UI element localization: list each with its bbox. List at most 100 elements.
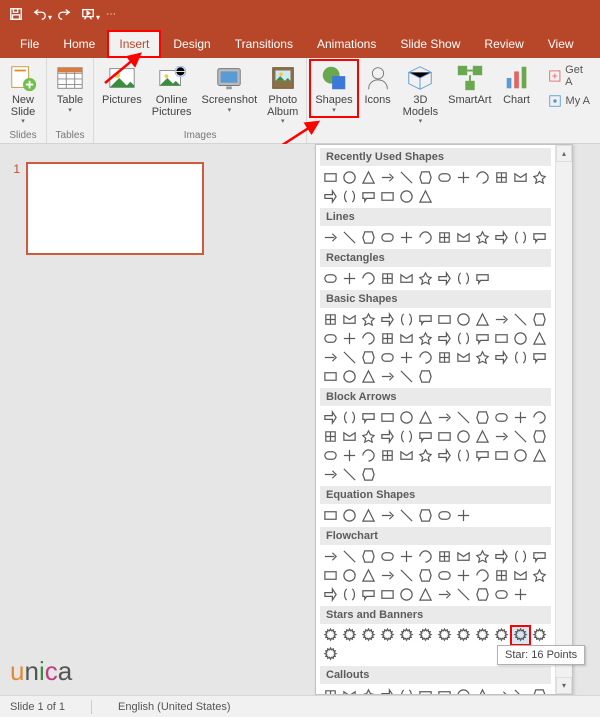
- shape-item[interactable]: [454, 348, 473, 367]
- shape-item[interactable]: [435, 427, 454, 446]
- shape-item[interactable]: [397, 310, 416, 329]
- shape-item[interactable]: [492, 427, 511, 446]
- shape-item[interactable]: [530, 427, 549, 446]
- tab-review[interactable]: Review: [472, 30, 535, 58]
- shape-item[interactable]: [397, 367, 416, 386]
- my-addins-link[interactable]: My A: [548, 94, 592, 108]
- shape-item[interactable]: [321, 310, 340, 329]
- status-language[interactable]: English (United States): [118, 701, 231, 713]
- shape-item[interactable]: [378, 228, 397, 247]
- shape-item[interactable]: [340, 367, 359, 386]
- shape-item[interactable]: [321, 187, 340, 206]
- shape-item[interactable]: [321, 408, 340, 427]
- shape-item[interactable]: [397, 446, 416, 465]
- shape-item[interactable]: [454, 310, 473, 329]
- shape-item[interactable]: [340, 269, 359, 288]
- shape-item[interactable]: [416, 329, 435, 348]
- shape-item[interactable]: [340, 348, 359, 367]
- table-button[interactable]: Table▾: [50, 60, 90, 117]
- thumbnail-1[interactable]: 1: [6, 162, 204, 255]
- smartart-button[interactable]: SmartArt: [443, 60, 496, 110]
- shape-item[interactable]: [530, 348, 549, 367]
- shape-star-16-points[interactable]: [511, 626, 530, 645]
- shape-item[interactable]: [416, 686, 435, 694]
- shape-item[interactable]: [378, 367, 397, 386]
- shape-item[interactable]: [435, 626, 454, 645]
- shape-item[interactable]: [378, 585, 397, 604]
- shape-item[interactable]: [473, 446, 492, 465]
- shape-item[interactable]: [340, 228, 359, 247]
- shape-item[interactable]: [530, 329, 549, 348]
- shape-item[interactable]: [416, 310, 435, 329]
- shape-item[interactable]: [340, 310, 359, 329]
- shape-item[interactable]: [416, 168, 435, 187]
- shape-item[interactable]: [511, 408, 530, 427]
- shape-item[interactable]: [378, 446, 397, 465]
- shape-item[interactable]: [397, 408, 416, 427]
- shape-item[interactable]: [321, 465, 340, 484]
- shape-item[interactable]: [530, 686, 549, 694]
- shape-item[interactable]: [340, 408, 359, 427]
- shape-item[interactable]: [416, 585, 435, 604]
- shape-item[interactable]: [321, 269, 340, 288]
- shape-item[interactable]: [492, 566, 511, 585]
- shape-item[interactable]: [511, 566, 530, 585]
- shape-item[interactable]: [511, 585, 530, 604]
- shape-item[interactable]: [321, 427, 340, 446]
- shape-item[interactable]: [511, 547, 530, 566]
- shape-item[interactable]: [378, 168, 397, 187]
- shape-item[interactable]: [492, 348, 511, 367]
- shape-item[interactable]: [397, 585, 416, 604]
- shape-item[interactable]: [530, 168, 549, 187]
- shape-item[interactable]: [473, 585, 492, 604]
- shape-item[interactable]: [397, 547, 416, 566]
- undo-dropdown[interactable]: ▾: [48, 13, 52, 22]
- shape-item[interactable]: [397, 168, 416, 187]
- shape-item[interactable]: [530, 547, 549, 566]
- shape-item[interactable]: [454, 506, 473, 525]
- shape-item[interactable]: [416, 228, 435, 247]
- shape-item[interactable]: [416, 348, 435, 367]
- shape-item[interactable]: [416, 408, 435, 427]
- shape-item[interactable]: [454, 626, 473, 645]
- tab-home[interactable]: Home: [51, 30, 107, 58]
- shape-item[interactable]: [359, 547, 378, 566]
- shape-item[interactable]: [511, 686, 530, 694]
- shape-item[interactable]: [454, 547, 473, 566]
- shape-item[interactable]: [321, 506, 340, 525]
- shape-item[interactable]: [321, 367, 340, 386]
- shape-item[interactable]: [435, 506, 454, 525]
- shape-item[interactable]: [340, 626, 359, 645]
- shape-item[interactable]: [435, 446, 454, 465]
- shape-item[interactable]: [359, 269, 378, 288]
- tab-file[interactable]: File: [8, 30, 51, 58]
- shape-item[interactable]: [359, 446, 378, 465]
- shape-item[interactable]: [340, 187, 359, 206]
- shape-item[interactable]: [340, 446, 359, 465]
- shape-item[interactable]: [378, 686, 397, 694]
- 3d-models-button[interactable]: 3DModels▾: [398, 60, 443, 128]
- shape-item[interactable]: [435, 585, 454, 604]
- tab-animations[interactable]: Animations: [305, 30, 388, 58]
- shape-item[interactable]: [435, 566, 454, 585]
- shape-item[interactable]: [492, 329, 511, 348]
- shape-item[interactable]: [435, 329, 454, 348]
- shape-item[interactable]: [473, 626, 492, 645]
- shape-item[interactable]: [454, 168, 473, 187]
- shape-item[interactable]: [530, 446, 549, 465]
- shape-item[interactable]: [454, 686, 473, 694]
- shape-item[interactable]: [511, 228, 530, 247]
- shape-item[interactable]: [340, 585, 359, 604]
- shape-item[interactable]: [454, 329, 473, 348]
- shape-item[interactable]: [435, 168, 454, 187]
- shape-item[interactable]: [492, 585, 511, 604]
- shape-item[interactable]: [359, 585, 378, 604]
- shape-item[interactable]: [378, 626, 397, 645]
- shape-item[interactable]: [492, 310, 511, 329]
- shape-item[interactable]: [359, 566, 378, 585]
- shape-item[interactable]: [416, 626, 435, 645]
- shape-item[interactable]: [492, 228, 511, 247]
- shape-item[interactable]: [435, 348, 454, 367]
- shape-item[interactable]: [454, 408, 473, 427]
- shape-item[interactable]: [321, 547, 340, 566]
